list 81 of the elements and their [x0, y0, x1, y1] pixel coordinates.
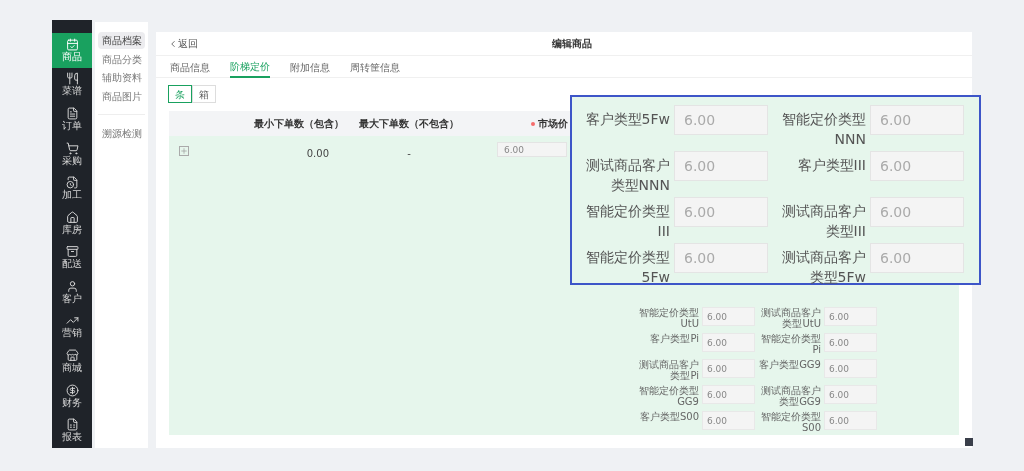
- price-label: 智能定价类型S00: [760, 411, 821, 435]
- price-field[interactable]: 6.00: [674, 105, 768, 135]
- nav-item[interactable]: 库房: [52, 205, 92, 241]
- price-label: 智能定价类型GG9: [638, 385, 699, 409]
- nav-item[interactable]: 报表: [52, 413, 92, 448]
- price-label: 测试商品客户类型Pi: [638, 359, 699, 383]
- tab[interactable]: 阶梯定价: [230, 56, 270, 78]
- box-icon: [65, 245, 79, 259]
- corner-handle-icon[interactable]: [965, 438, 973, 446]
- price-field[interactable]: 6.00: [674, 151, 768, 181]
- price-field[interactable]: 6.00: [702, 411, 755, 430]
- document-icon: [65, 106, 79, 120]
- price-label: 客户类型S00: [638, 411, 699, 424]
- price-field[interactable]: 6.00: [674, 197, 768, 227]
- subnav-item[interactable]: 商品档案: [98, 32, 145, 49]
- chevron-left-icon: [168, 38, 178, 49]
- expand-button[interactable]: [179, 146, 189, 156]
- tab[interactable]: 周转筐信息: [350, 56, 400, 78]
- market-price-field[interactable]: 6.00: [497, 142, 567, 157]
- min-quantity: 0.00: [306, 148, 329, 159]
- price-field[interactable]: 6.00: [870, 243, 964, 273]
- column-header: 最小下单数（包含）: [254, 118, 344, 129]
- unit-toggle[interactable]: 条: [168, 85, 192, 103]
- price-field[interactable]: 6.00: [824, 307, 877, 326]
- price-field[interactable]: 6.00: [824, 385, 877, 404]
- nav-item[interactable]: 财务: [52, 378, 92, 414]
- unit-toggle[interactable]: 箱: [192, 85, 216, 103]
- coin-icon: [65, 383, 79, 397]
- price-field[interactable]: 6.00: [702, 307, 755, 326]
- price-label: 客户类型5Fw: [584, 110, 670, 129]
- price-label: 测试商品客户类型GG9: [760, 385, 821, 409]
- price-label: 测试商品客户类型5Fw: [781, 248, 866, 287]
- price-label: 测试商品客户类型UtU: [760, 307, 821, 331]
- price-field[interactable]: 6.00: [702, 333, 755, 352]
- nav-item[interactable]: 商城: [52, 344, 92, 379]
- price-label: 客户类型Pi: [649, 333, 699, 346]
- house-icon: [65, 210, 79, 224]
- price-label: 客户类型GG9: [759, 359, 821, 372]
- calendar-check-icon: [65, 37, 79, 51]
- subnav-item[interactable]: 商品图片: [98, 87, 145, 105]
- column-header: 最大下单数（不包含）: [359, 118, 459, 129]
- column-header: 市场价: [538, 117, 568, 131]
- price-label: 客户类型III: [796, 156, 866, 175]
- price-field[interactable]: 6.00: [824, 359, 877, 378]
- back-link[interactable]: 返回: [168, 36, 198, 51]
- subnav-item[interactable]: 溯源检测: [98, 125, 145, 142]
- store-icon: [65, 349, 79, 362]
- price-field[interactable]: 6.00: [674, 243, 768, 273]
- nav-item[interactable]: 商品: [52, 33, 92, 68]
- price-label: 智能定价类型5Fw: [585, 248, 670, 287]
- cart-icon: [65, 141, 79, 155]
- subnav-item[interactable]: 辅助资料: [98, 69, 145, 86]
- price-label: 智能定价类型Pi: [760, 333, 821, 357]
- tab[interactable]: 附加信息: [290, 56, 330, 78]
- nav-item[interactable]: 客户: [52, 275, 92, 310]
- subnav-item[interactable]: 商品分类: [98, 50, 145, 68]
- price-field[interactable]: 6.00: [702, 385, 755, 404]
- fork-spoon-icon: [65, 72, 79, 86]
- price-field[interactable]: 6.00: [824, 333, 877, 352]
- nav-item[interactable]: 配送: [52, 240, 92, 276]
- document-clock-icon: [65, 176, 79, 190]
- price-field[interactable]: 6.00: [702, 359, 755, 378]
- price-field[interactable]: 6.00: [870, 151, 964, 181]
- price-label: 智能定价类型NNN: [781, 110, 866, 149]
- sheet-icon: [65, 418, 79, 432]
- price-field[interactable]: 6.00: [824, 411, 877, 430]
- max-quantity: -: [407, 148, 411, 159]
- nav-item[interactable]: 营销: [52, 309, 92, 345]
- nav-item[interactable]: 加工: [52, 171, 92, 206]
- tab[interactable]: 商品信息: [170, 56, 210, 78]
- user-icon: [65, 279, 79, 293]
- page-title: 编辑商品: [552, 37, 592, 51]
- price-field[interactable]: 6.00: [870, 197, 964, 227]
- nav-item[interactable]: 订单: [52, 102, 92, 137]
- price-label: 测试商品客户类型III: [781, 202, 866, 241]
- nav-item[interactable]: 菜谱: [52, 67, 92, 103]
- price-label: 智能定价类型UtU: [638, 307, 699, 331]
- price-label: 测试商品客户类型NNN: [585, 156, 670, 195]
- price-field[interactable]: 6.00: [870, 105, 964, 135]
- nav-item[interactable]: 采购: [52, 136, 92, 172]
- price-label: 智能定价类型III: [585, 202, 670, 241]
